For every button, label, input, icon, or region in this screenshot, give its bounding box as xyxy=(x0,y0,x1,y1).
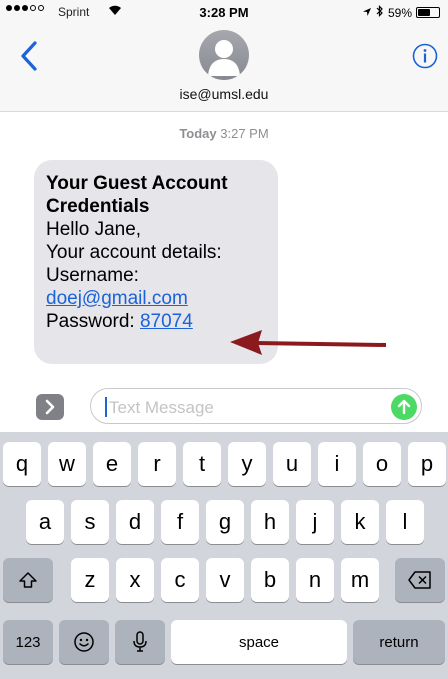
key-a[interactable]: a xyxy=(26,500,64,544)
return-key[interactable]: return xyxy=(353,620,445,664)
key-w[interactable]: w xyxy=(48,442,86,486)
message-details: Your account details: xyxy=(46,242,222,263)
username-label: Username: xyxy=(46,265,139,286)
key-i[interactable]: i xyxy=(318,442,356,486)
key-u[interactable]: u xyxy=(273,442,311,486)
dictation-key[interactable] xyxy=(115,620,165,664)
status-bar: Sprint 3:28 PM 59% xyxy=(0,0,448,26)
conversation-header: Sprint 3:28 PM 59% ise@umsl.edu xyxy=(0,0,448,112)
password-link[interactable]: 87074 xyxy=(140,311,193,332)
key-e[interactable]: e xyxy=(93,442,131,486)
key-o[interactable]: o xyxy=(363,442,401,486)
compose-bar: Text Message xyxy=(0,380,448,432)
backspace-icon xyxy=(408,571,431,589)
info-button[interactable] xyxy=(412,43,438,69)
key-s[interactable]: s xyxy=(71,500,109,544)
location-icon xyxy=(362,6,372,20)
microphone-icon xyxy=(133,631,147,652)
shift-key[interactable] xyxy=(3,558,53,602)
username-link[interactable]: doej@gmail.com xyxy=(46,288,188,309)
message-title-line2: Credentials xyxy=(46,196,150,217)
message-greeting: Hello Jane, xyxy=(46,219,142,240)
key-v[interactable]: v xyxy=(206,558,244,602)
key-r[interactable]: r xyxy=(138,442,176,486)
key-h[interactable]: h xyxy=(251,500,289,544)
text-cursor xyxy=(105,397,107,417)
key-t[interactable]: t xyxy=(183,442,221,486)
message-placeholder: Text Message xyxy=(109,398,214,417)
key-k[interactable]: k xyxy=(341,500,379,544)
keyboard: q w e r t y u i o p a s d f g h j k l z … xyxy=(0,432,448,679)
key-b[interactable]: b xyxy=(251,558,289,602)
message-title-line1: Your Guest Account xyxy=(46,173,228,194)
bluetooth-icon xyxy=(376,5,384,20)
key-c[interactable]: c xyxy=(161,558,199,602)
message-timestamp: Today 3:27 PM xyxy=(0,126,448,141)
key-x[interactable]: x xyxy=(116,558,154,602)
send-button[interactable] xyxy=(391,394,417,420)
key-d[interactable]: d xyxy=(116,500,154,544)
status-right: 59% xyxy=(362,5,440,20)
annotation-arrow xyxy=(230,330,387,355)
emoji-icon xyxy=(74,632,94,652)
numbers-key[interactable]: 123 xyxy=(3,620,53,664)
arrow-up-icon xyxy=(397,399,411,415)
battery-icon xyxy=(416,7,440,18)
key-p[interactable]: p xyxy=(408,442,446,486)
chevron-left-icon xyxy=(21,41,37,71)
key-q[interactable]: q xyxy=(3,442,41,486)
contact-avatar[interactable] xyxy=(199,30,249,80)
key-n[interactable]: n xyxy=(296,558,334,602)
key-z[interactable]: z xyxy=(71,558,109,602)
space-key[interactable]: space xyxy=(171,620,347,664)
message-input[interactable]: Text Message xyxy=(90,388,422,424)
shift-icon xyxy=(19,572,37,588)
timestamp-time: 3:27 PM xyxy=(220,126,269,141)
timestamp-day: Today xyxy=(179,126,217,141)
back-button[interactable] xyxy=(18,38,42,74)
key-m[interactable]: m xyxy=(341,558,379,602)
key-l[interactable]: l xyxy=(386,500,424,544)
battery-percent: 59% xyxy=(387,5,412,20)
delete-key[interactable] xyxy=(395,558,445,602)
contact-name[interactable]: ise@umsl.edu xyxy=(0,86,448,102)
apps-button[interactable] xyxy=(36,394,64,420)
key-j[interactable]: j xyxy=(296,500,334,544)
key-f[interactable]: f xyxy=(161,500,199,544)
password-label: Password: xyxy=(46,311,135,332)
key-y[interactable]: y xyxy=(228,442,266,486)
app-store-icon xyxy=(45,399,55,415)
info-icon xyxy=(412,43,438,69)
key-g[interactable]: g xyxy=(206,500,244,544)
emoji-key[interactable] xyxy=(59,620,109,664)
